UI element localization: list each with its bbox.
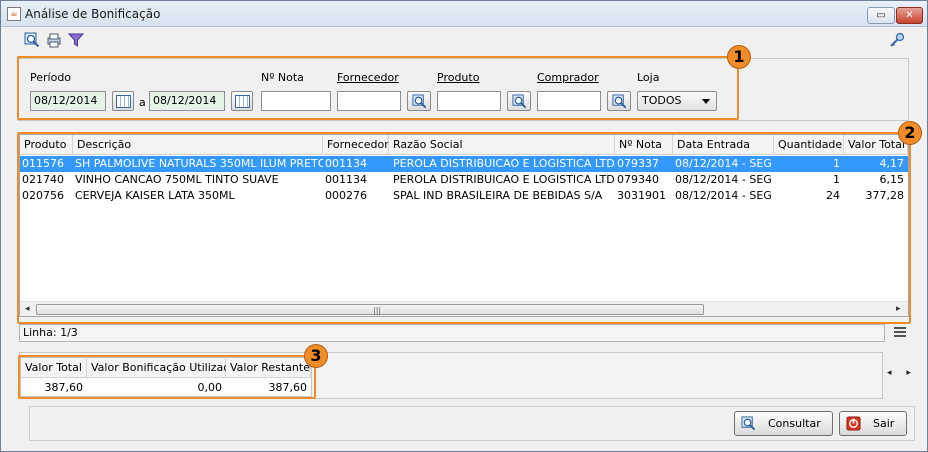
filter-icon[interactable] (68, 32, 84, 48)
callout-totals (18, 355, 316, 399)
consultar-label: Consultar (768, 417, 821, 430)
close-button[interactable]: ✕ (896, 7, 923, 24)
callout-badge-3: 3 (304, 344, 328, 368)
hamburger-menu-icon[interactable] (894, 327, 906, 337)
callout-badge-1: 1 (727, 45, 751, 69)
java-app-icon: ☕ (7, 7, 21, 21)
exit-icon (846, 416, 861, 431)
key-icon[interactable] (889, 32, 905, 48)
sair-button[interactable]: Sair (839, 411, 907, 436)
window-title: Análise de Bonificação (25, 7, 161, 21)
print-icon[interactable] (46, 32, 62, 48)
search-icon (741, 416, 756, 431)
restore-button[interactable]: ▭ (867, 7, 895, 24)
title-bar: ☕ Análise de Bonificação ▭ ✕ (1, 1, 927, 27)
callout-filters (17, 56, 739, 120)
totals-scroll-arrows[interactable]: ◂ ▸ (887, 368, 917, 378)
callout-badge-2: 2 (898, 121, 922, 145)
main-window: ☕ Análise de Bonificação ▭ ✕ Período 08/… (0, 0, 928, 452)
callout-grid (17, 132, 911, 324)
row-status-bar: Linha: 1/3 (19, 324, 885, 342)
consultar-button[interactable]: Consultar (734, 411, 833, 436)
search-icon[interactable] (24, 32, 40, 48)
sair-label: Sair (873, 417, 895, 430)
